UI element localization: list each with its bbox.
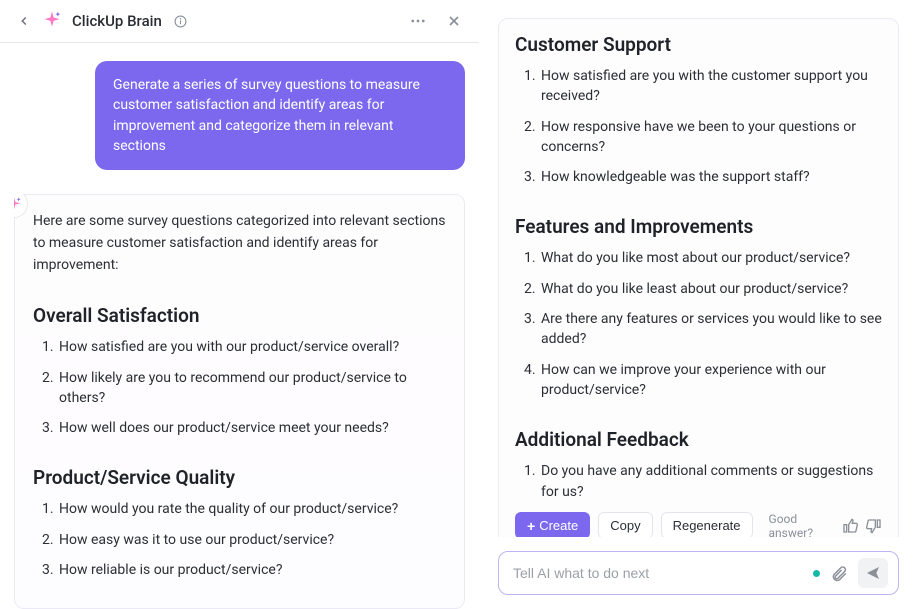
list-item: What do you like most about our product/…	[539, 248, 882, 268]
info-icon[interactable]	[174, 15, 187, 28]
more-options-icon[interactable]	[407, 10, 429, 32]
list-item: How likely are you to recommend our prod…	[57, 368, 446, 409]
copy-button[interactable]: Copy	[598, 512, 652, 537]
list-item: How responsive have we been to your ques…	[539, 117, 882, 158]
list-item: How easy was it to use our product/servi…	[57, 530, 446, 550]
list-item: How satisfied are you with the customer …	[539, 66, 882, 107]
list-item: How can we improve your experience with …	[539, 360, 882, 401]
send-button[interactable]	[858, 558, 888, 588]
plus-icon: +	[527, 519, 535, 533]
question-list: How would you rate the quality of our pr…	[33, 499, 446, 580]
list-item: How would you rate the quality of our pr…	[57, 499, 446, 519]
ai-sparkle-icon	[42, 10, 64, 32]
list-item: What do you like least about our product…	[539, 279, 882, 299]
regenerate-button[interactable]: Regenerate	[661, 512, 753, 537]
create-label: Create	[539, 518, 578, 533]
list-item: Do you have any additional comments or s…	[539, 461, 882, 502]
question-list: What do you like most about our product/…	[515, 248, 882, 400]
section-title: Product/Service Quality	[33, 466, 446, 489]
close-icon[interactable]	[443, 10, 465, 32]
header: ClickUp Brain	[0, 0, 479, 43]
status-dot-icon	[813, 570, 820, 577]
back-button[interactable]	[14, 11, 34, 31]
list-item: How knowledgeable was the support staff?	[539, 167, 882, 187]
good-answer-label: Good answer?	[769, 512, 830, 537]
response-intro: Here are some survey questions categoriz…	[33, 211, 446, 276]
ai-input-bar[interactable]	[498, 551, 899, 595]
list-item: How well does our product/service meet y…	[57, 418, 446, 438]
section-title: Overall Satisfaction	[33, 304, 446, 327]
section-title: Additional Feedback	[515, 428, 882, 451]
create-button[interactable]: + Create	[515, 512, 590, 537]
list-item: How satisfied are you with our product/s…	[57, 337, 446, 357]
response-actions: + Create Copy Regenerate Good answer?	[515, 512, 882, 537]
thumbs-down-icon[interactable]	[866, 516, 882, 536]
list-item: How reliable is our product/service?	[57, 560, 446, 580]
question-list: Do you have any additional comments or s…	[515, 461, 882, 502]
ai-response-card-right: Customer Support How satisfied are you w…	[498, 18, 899, 537]
question-list: How satisfied are you with our product/s…	[33, 337, 446, 438]
thumbs-up-icon[interactable]	[842, 516, 858, 536]
ai-response-card: Here are some survey questions categoriz…	[14, 194, 465, 609]
list-item: Are there any features or services you w…	[539, 309, 882, 350]
question-list: How satisfied are you with the customer …	[515, 66, 882, 187]
app-title: ClickUp Brain	[72, 12, 162, 30]
section-title: Customer Support	[515, 33, 882, 56]
section-title: Features and Improvements	[515, 215, 882, 238]
ai-prompt-input[interactable]	[513, 565, 803, 581]
user-prompt-bubble: Generate a series of survey questions to…	[95, 61, 465, 170]
attachment-icon[interactable]	[830, 564, 848, 582]
